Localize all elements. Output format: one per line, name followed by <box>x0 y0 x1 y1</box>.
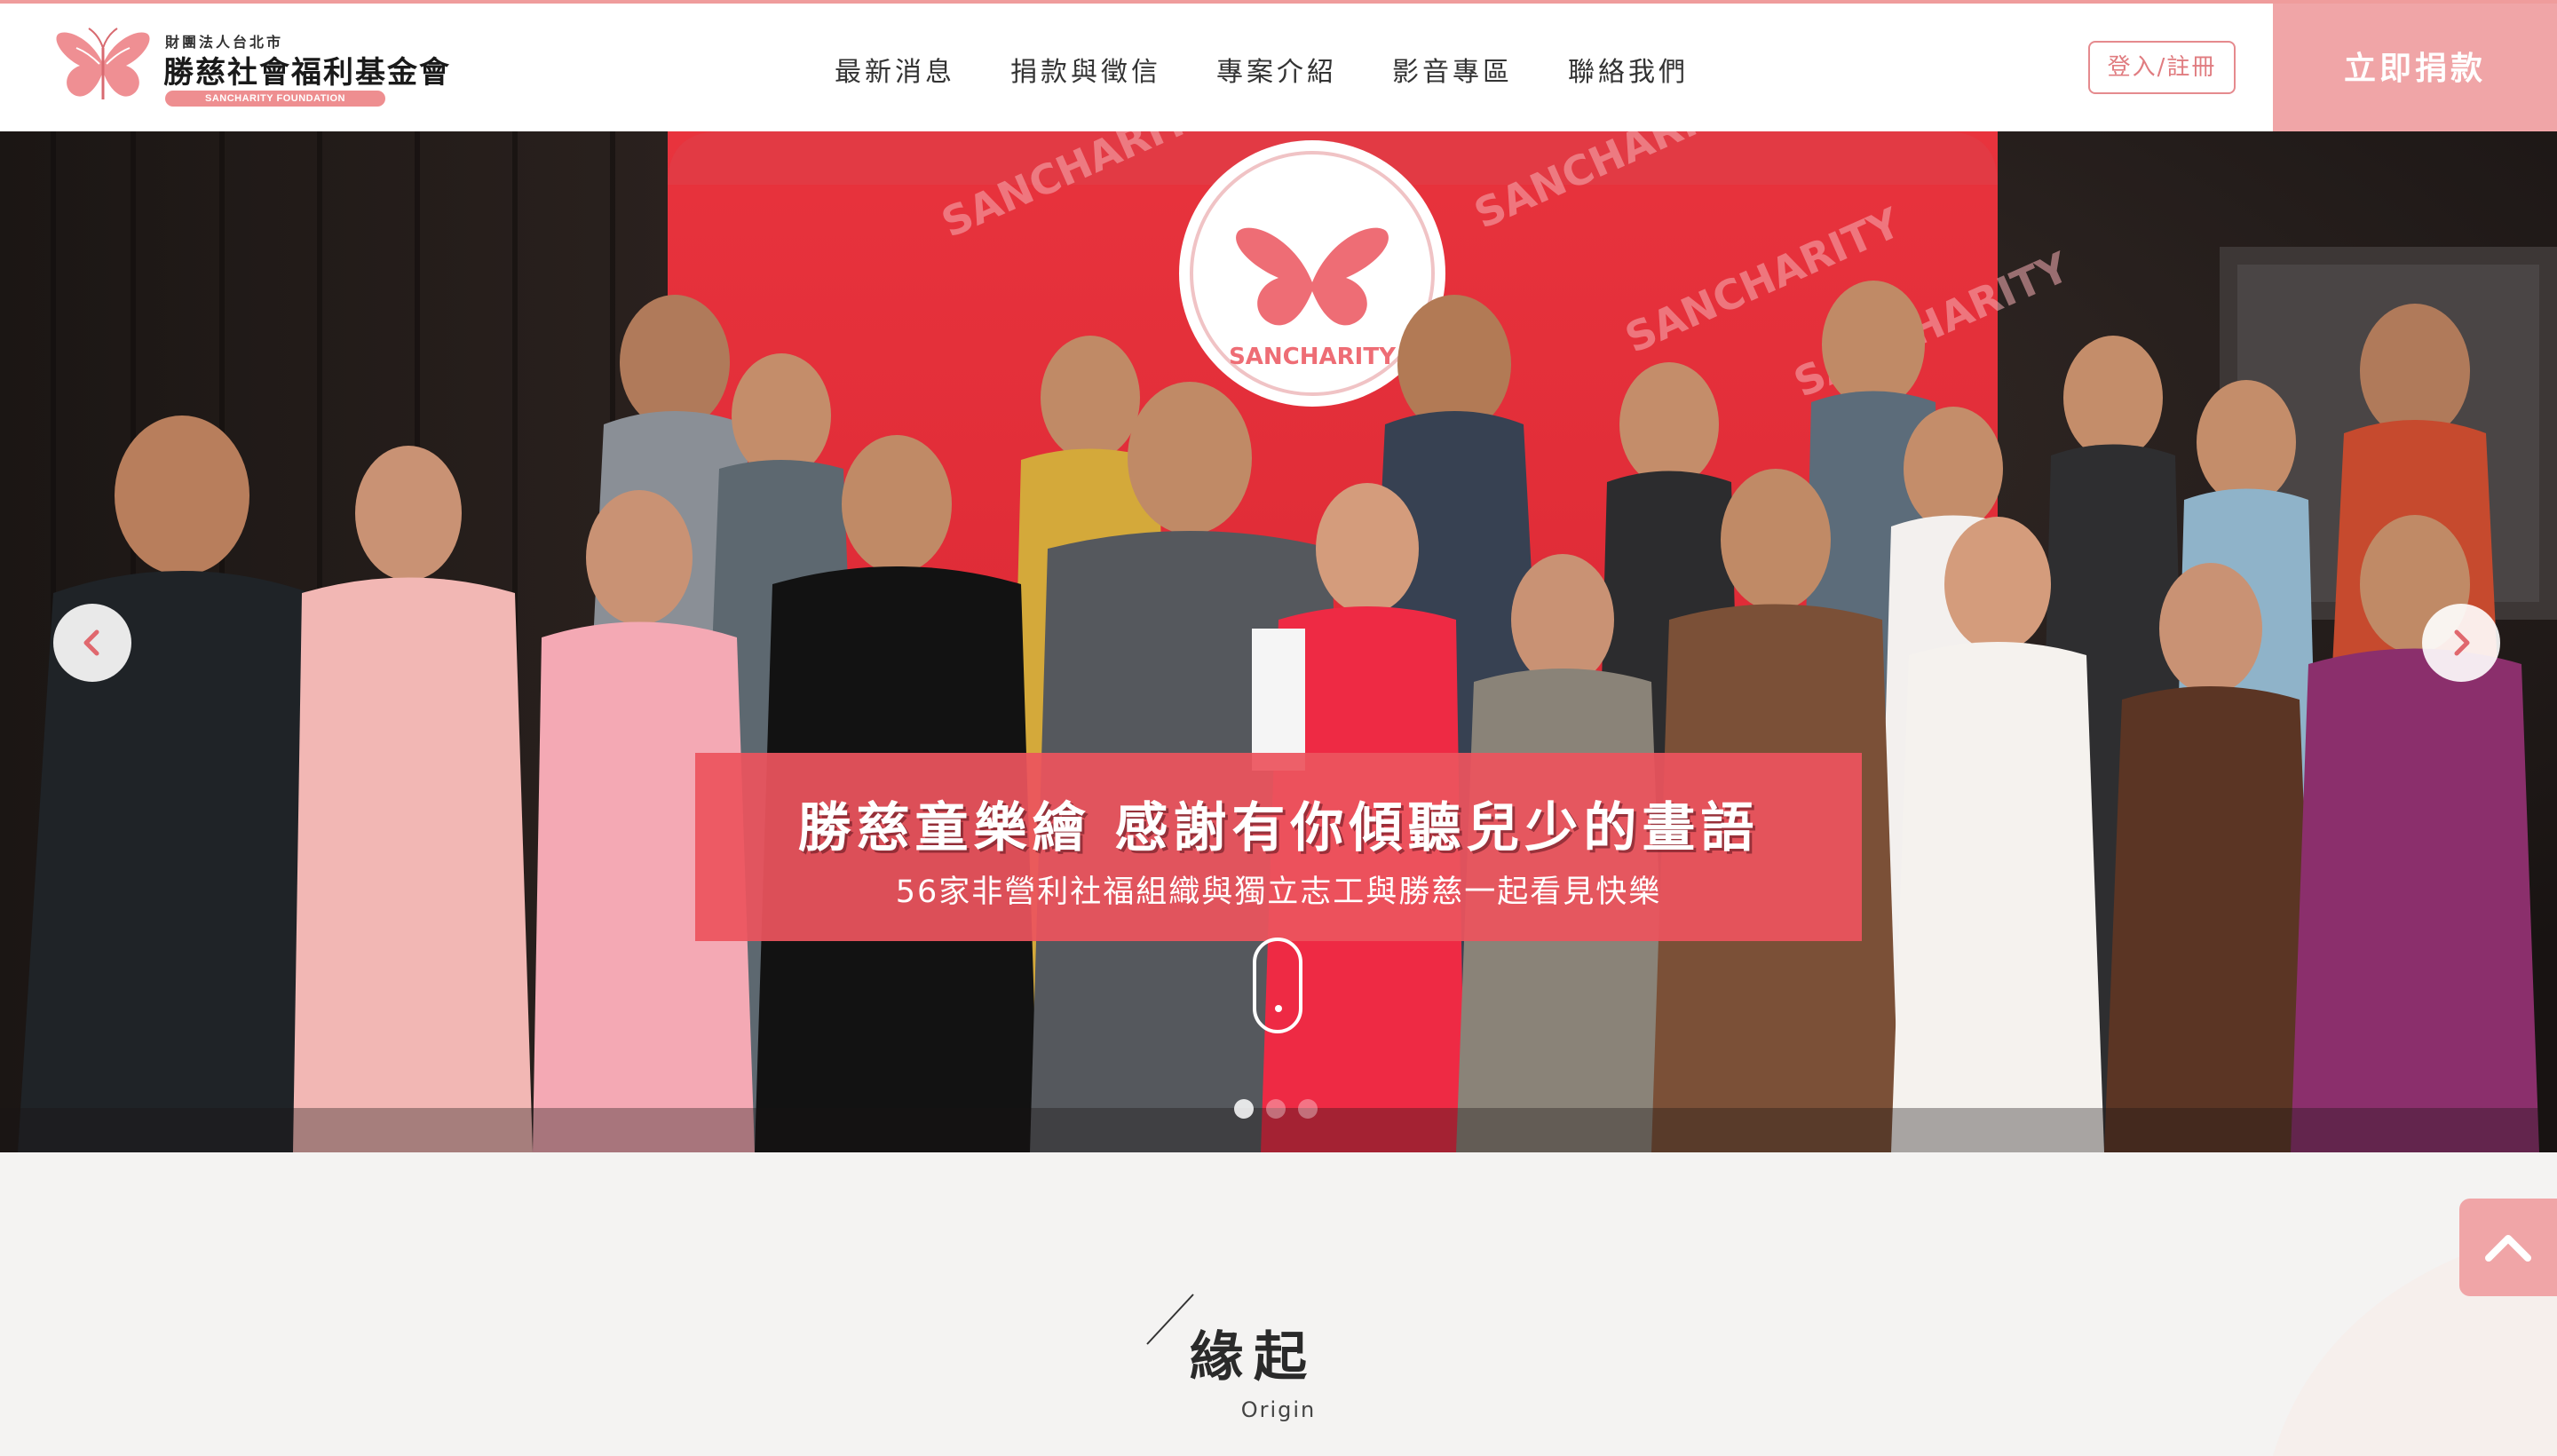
scroll-wheel-dot <box>1275 1005 1282 1012</box>
hero-caption-subtitle: 56家非營利社福組織與獨立志工與勝慈一起看見快樂 <box>895 874 1662 910</box>
carousel-prev-button[interactable] <box>53 604 131 682</box>
nav-item-media[interactable]: 影音專區 <box>1392 50 1513 89</box>
origin-section: 緣起 Origin <box>0 1152 2557 1456</box>
carousel-dot-1[interactable] <box>1234 1099 1254 1119</box>
carousel-next-button[interactable] <box>2422 604 2500 682</box>
nav-item-projects[interactable]: 專案介紹 <box>1216 50 1337 89</box>
logo-name: 勝慈社會福利基金會 <box>163 55 451 91</box>
hero-caption: 勝慈童樂繪 感謝有你傾聽兒少的畫語 56家非營利社福組織與獨立志工與勝慈一起看見… <box>695 753 1862 941</box>
logo-english-badge: SANCHARITY FOUNDATION <box>165 91 385 107</box>
carousel-dot-3[interactable] <box>1298 1099 1318 1119</box>
hero-carousel: SANCHARITY SANCHARITY SANCHARITY SANCHAR… <box>0 131 2557 1152</box>
carousel-dot-2[interactable] <box>1266 1099 1286 1119</box>
nav-item-donation[interactable]: 捐款與徵信 <box>1010 50 1161 89</box>
chevron-right-icon <box>2454 629 2470 656</box>
hero-caption-title: 勝慈童樂繪 感謝有你傾聽兒少的畫語 <box>797 797 1760 859</box>
chevron-up-icon <box>2485 1235 2531 1262</box>
donate-now-button[interactable]: 立即捐款 <box>2273 4 2557 135</box>
chevron-left-icon <box>83 629 99 656</box>
nav-item-contact[interactable]: 聯絡我們 <box>1568 50 1689 89</box>
svg-text:SANCHARITY: SANCHARITY <box>1229 344 1397 370</box>
origin-title: 緣起 <box>1190 1326 1318 1389</box>
origin-subtitle: Origin <box>1240 1397 1317 1422</box>
carousel-dots <box>1234 1099 1318 1119</box>
site-logo[interactable]: 財團法人台北市 勝慈社會福利基金會 SANCHARITY FOUNDATION <box>50 21 449 110</box>
login-register-button[interactable]: 登入/註冊 <box>2088 41 2236 94</box>
page: 財團法人台北市 勝慈社會福利基金會 SANCHARITY FOUNDATION … <box>0 0 2557 1456</box>
butterfly-logo-icon <box>56 28 150 99</box>
nav-item-news[interactable]: 最新消息 <box>835 50 955 89</box>
scroll-down-icon[interactable] <box>1253 938 1302 1033</box>
back-to-top-button[interactable] <box>2459 1199 2557 1296</box>
main-nav: 最新消息 捐款與徵信 專案介紹 影音專區 聯絡我們 <box>835 7 1689 131</box>
slash-decoration-icon <box>1146 1294 1194 1345</box>
site-header: 財團法人台北市 勝慈社會福利基金會 SANCHARITY FOUNDATION … <box>0 0 2557 135</box>
